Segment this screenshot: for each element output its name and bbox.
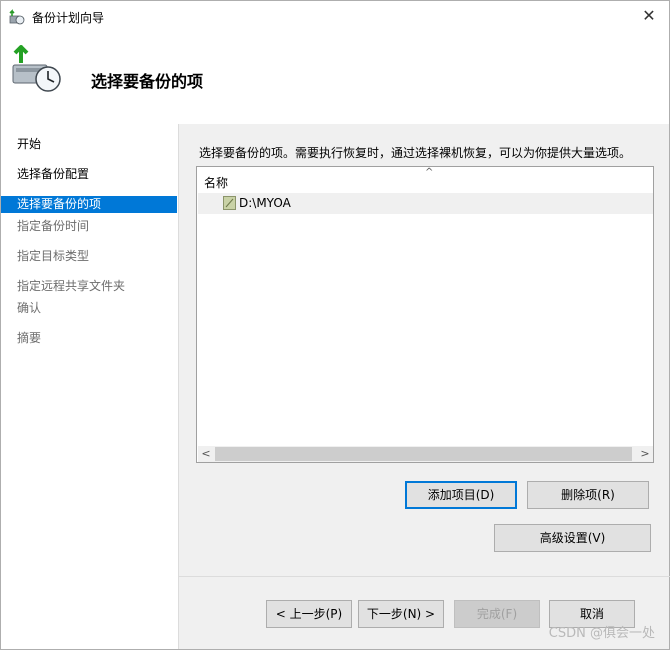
instruction-text: 选择要备份的项。需要执行恢复时，通过选择裸机恢复，可以为你提供大量选项。 [199,146,632,160]
nav-step-select-items[interactable]: 选择要备份的项 [1,196,177,213]
advanced-settings-button[interactable]: 高级设置(V) [494,524,651,552]
scrollbar-thumb[interactable] [215,447,632,461]
scroll-left-icon[interactable]: < [198,446,214,462]
horizontal-scrollbar[interactable]: < > [198,446,653,462]
sort-caret-icon: ^ [425,167,434,178]
scroll-right-icon[interactable]: > [637,446,653,462]
backup-app-icon [9,9,25,25]
previous-button[interactable]: < 上一步(P) [266,600,352,628]
column-header-name[interactable]: 名称 [204,174,228,191]
footer-divider [179,576,670,577]
next-button[interactable]: 下一步(N) > [358,600,444,628]
nav-step-start[interactable]: 开始 [1,136,177,153]
nav-step-confirm: 确认 [17,301,42,315]
list-item-label: D:\MYOA [239,196,291,210]
close-icon[interactable]: ✕ [639,6,659,26]
wizard-content: 选择要备份的项。需要执行恢复时，通过选择裸机恢复，可以为你提供大量选项。 ^ 名… [178,124,670,649]
list-item[interactable]: D:\MYOA [198,193,653,214]
finish-button: 完成(F) [454,600,540,628]
remove-item-button[interactable]: 删除项(R) [527,481,649,509]
drive-icon [223,196,236,210]
wizard-header: 选择要备份的项 [1,32,669,124]
wizard-steps-nav: 开始 选择备份配置 选择要备份的项 指定备份时间 指定目标类型 指定远程共享文件… [1,124,178,649]
nav-step-backup-config[interactable]: 选择备份配置 [1,166,177,183]
backup-clock-icon [12,45,61,92]
watermark: CSDN @俱会一处 [548,626,655,641]
add-item-button[interactable]: 添加项目(D) [405,481,517,509]
nav-step-destination-type: 指定目标类型 [17,249,90,263]
nav-step-remote-share: 指定远程共享文件夹 [17,279,126,293]
window-title: 备份计划向导 [32,11,105,25]
nav-step-schedule: 指定备份时间 [17,219,90,233]
title-bar: 备份计划向导 ✕ [1,1,669,32]
page-title: 选择要备份的项 [91,72,204,91]
nav-step-summary: 摘要 [17,331,42,345]
backup-wizard-window: 备份计划向导 ✕ 选择要备份的项 开始 选择备份配置 选择要备份的项 指定备份时… [0,0,670,650]
backup-items-list[interactable]: ^ 名称 D:\MYOA < > [196,166,654,463]
